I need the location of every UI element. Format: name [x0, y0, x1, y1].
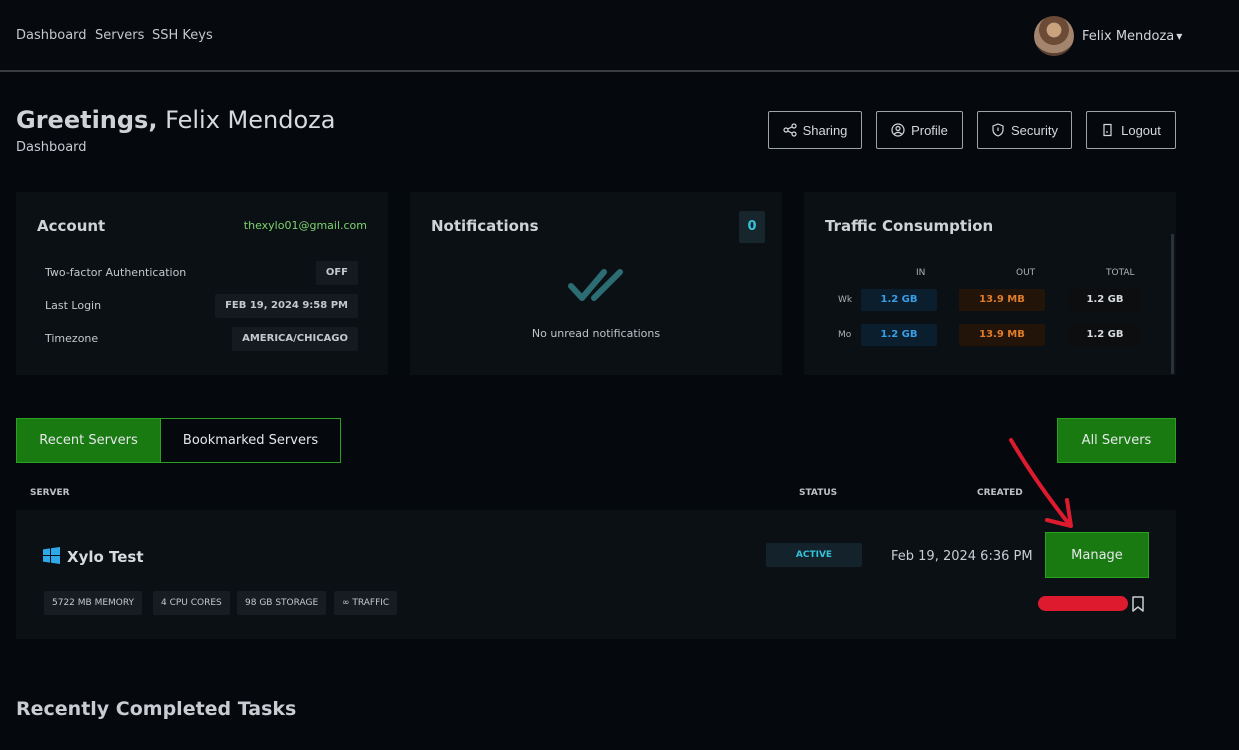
user-menu[interactable]: Felix Mendoza ▼ — [1034, 16, 1182, 56]
traffic-week-in: 1.2 GB — [861, 289, 937, 311]
spec-traffic: ∞ TRAFFIC — [334, 591, 398, 615]
account-card: Account thexylo01@gmail.com Two-factor A… — [16, 192, 388, 375]
sharing-button[interactable]: Sharing — [768, 111, 862, 149]
column-header-status: STATUS — [799, 488, 838, 498]
security-label: Security — [1011, 122, 1058, 138]
account-title: Account — [37, 217, 106, 235]
logout-label: Logout — [1121, 122, 1161, 138]
avatar — [1034, 16, 1074, 56]
annotation-arrow — [1009, 438, 1073, 528]
tab-bookmarked-servers[interactable]: Bookmarked Servers — [160, 418, 341, 463]
last-login-value: FEB 19, 2024 9:58 PM — [215, 294, 358, 318]
traffic-week-out: 13.9 MB — [959, 289, 1045, 311]
profile-label: Profile — [911, 122, 948, 138]
traffic-title: Traffic Consumption — [825, 217, 994, 235]
notifications-title: Notifications — [431, 217, 539, 235]
traffic-month-out: 13.9 MB — [959, 324, 1045, 346]
page-subtitle: Dashboard — [16, 140, 87, 155]
two-factor-label: Two-factor Authentication — [45, 266, 187, 279]
traffic-row-label: Wk — [838, 295, 853, 305]
profile-button[interactable]: Profile — [876, 111, 963, 149]
nav-link-servers[interactable]: Servers — [95, 28, 144, 43]
traffic-card: Traffic Consumption IN OUT TOTAL Wk 1.2 … — [804, 192, 1176, 375]
notifications-card: Notifications 0 No unread notifications — [410, 192, 782, 375]
user-menu-name: Felix Mendoza — [1082, 28, 1175, 44]
windows-icon — [43, 547, 60, 564]
logout-button[interactable]: Logout — [1086, 111, 1176, 149]
shield-icon — [992, 123, 1004, 137]
traffic-week-total: 1.2 GB — [1069, 289, 1141, 311]
page-title: Greetings, Felix Mendoza — [16, 106, 335, 134]
traffic-row-label: Mo — [838, 330, 852, 340]
greeting-name: Felix Mendoza — [165, 106, 336, 134]
user-circle-icon — [891, 123, 905, 137]
manage-button[interactable]: Manage — [1045, 532, 1149, 578]
timezone-label: Timezone — [45, 332, 99, 345]
two-factor-value: OFF — [315, 261, 358, 285]
sharing-label: Sharing — [802, 122, 848, 138]
notifications-empty-text: No unread notifications — [531, 327, 661, 340]
account-email: thexylo01@gmail.com — [243, 219, 367, 232]
nav-link-dashboard[interactable]: Dashboard — [16, 28, 87, 43]
caret-down-icon: ▼ — [1176, 31, 1183, 41]
server-row[interactable]: Xylo Test 5722 MB MEMORY 4 CPU CORES 98 … — [16, 510, 1176, 639]
traffic-month-total: 1.2 GB — [1069, 324, 1141, 346]
recent-tasks-title: Recently Completed Tasks — [16, 698, 297, 720]
server-name[interactable]: Xylo Test — [67, 548, 144, 566]
last-login-label: Last Login — [45, 299, 102, 312]
logout-icon — [1103, 123, 1112, 137]
traffic-header-out: OUT — [1016, 268, 1036, 278]
double-check-icon — [568, 269, 623, 301]
traffic-month-in: 1.2 GB — [861, 324, 937, 346]
column-header-server: SERVER — [30, 488, 70, 498]
redaction-mark — [1038, 596, 1128, 611]
status-badge: ACTIVE — [766, 543, 862, 567]
spec-cpu: 4 CPU CORES — [153, 591, 230, 615]
server-created-date: Feb 19, 2024 6:36 PM — [891, 549, 1033, 564]
timezone-value: AMERICA/CHICAGO — [232, 327, 358, 351]
security-button[interactable]: Security — [977, 111, 1072, 149]
spec-memory: 5722 MB MEMORY — [44, 591, 143, 615]
nav-link-ssh-keys[interactable]: SSH Keys — [152, 28, 213, 43]
top-navbar: Dashboard Servers SSH Keys Felix Mendoza… — [0, 0, 1239, 72]
tab-recent-servers[interactable]: Recent Servers — [16, 418, 161, 463]
traffic-header-total: TOTAL — [1106, 268, 1135, 278]
notifications-count-badge: 0 — [739, 211, 765, 243]
traffic-scrollbar[interactable] — [1171, 234, 1174, 374]
share-icon — [782, 123, 797, 137]
traffic-header-in: IN — [916, 268, 926, 278]
greeting-word: Greetings, — [16, 106, 158, 134]
spec-storage: 98 GB STORAGE — [237, 591, 327, 615]
bookmark-icon[interactable] — [1131, 596, 1145, 612]
